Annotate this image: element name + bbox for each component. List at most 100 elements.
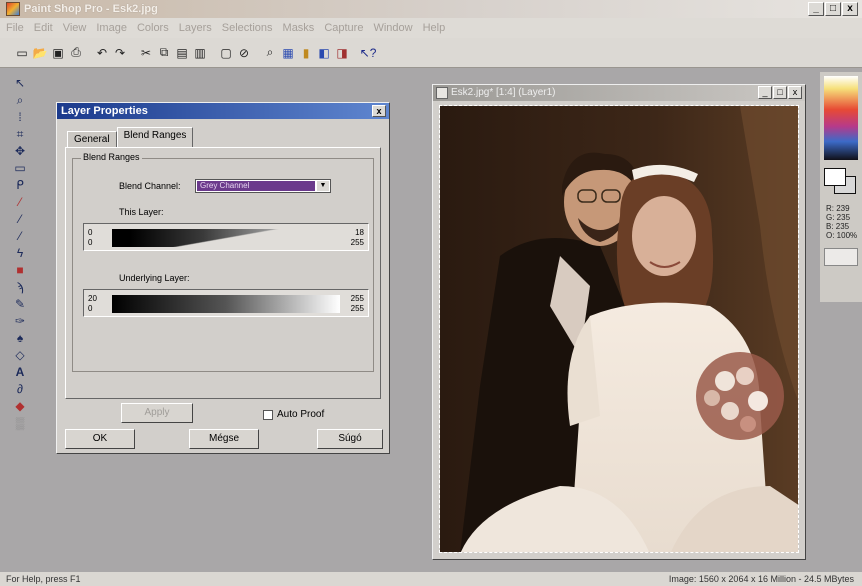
image-close-button[interactable]: x	[788, 86, 802, 99]
image-maximize-button[interactable]: □	[773, 86, 787, 99]
menu-colors[interactable]: Colors	[137, 22, 169, 34]
dropper-tool-icon[interactable]: ⁄	[12, 195, 28, 210]
color-bars-icon[interactable]: ▮	[298, 45, 314, 61]
status-help-text: For Help, press F1	[6, 574, 81, 584]
new-icon[interactable]: ▭	[14, 45, 30, 61]
paintbrush-tool-icon[interactable]: ⁄	[12, 212, 28, 227]
tab-panel: Blend Ranges Blend Channel: Grey Channel…	[65, 147, 381, 399]
auto-proof-checkbox[interactable]: Auto Proof	[263, 409, 324, 420]
flood-fill-tool-icon[interactable]: ♠	[12, 331, 28, 346]
menu-edit[interactable]: Edit	[34, 22, 53, 34]
histogram-icon[interactable]: ◨	[334, 45, 350, 61]
airbrush-tool-icon[interactable]: ✑	[12, 314, 28, 329]
dialog-tabs: General Blend Ranges	[67, 127, 194, 147]
apply-button[interactable]: Apply	[121, 403, 193, 423]
image-minimize-button[interactable]: _	[758, 86, 772, 99]
dialog-title: Layer Properties	[61, 105, 148, 117]
ok-button[interactable]: OK	[65, 429, 135, 449]
tab-blend-ranges[interactable]: Blend Ranges	[116, 127, 194, 147]
foreground-swatch[interactable]	[824, 168, 846, 186]
menu-help[interactable]: Help	[423, 22, 446, 34]
underlying-layer-right-top: 255	[350, 294, 364, 303]
save-icon[interactable]: ▣	[50, 45, 66, 61]
eraser-tool-icon[interactable]: ϡ	[12, 280, 28, 295]
menu-capture[interactable]: Capture	[324, 22, 363, 34]
chevron-down-icon[interactable]: ▼	[317, 181, 329, 191]
cut-icon[interactable]: ✂	[138, 45, 154, 61]
draw-tool-icon[interactable]: A	[12, 365, 28, 380]
zoom-tool-icon[interactable]: ⌕	[12, 93, 28, 108]
blend-channel-label: Blend Channel:	[119, 181, 181, 191]
current-color-box	[824, 248, 858, 266]
freehand-tool-icon[interactable]: ᑭ	[12, 178, 28, 193]
cancel-button[interactable]: Mégse	[189, 429, 259, 449]
undo-icon[interactable]: ↶	[94, 45, 110, 61]
status-bar: For Help, press F1 Image: 1560 x 2064 x …	[0, 572, 862, 586]
green-value: G: 235	[826, 213, 851, 222]
palette-icon[interactable]: ▦	[280, 45, 296, 61]
group-label: Blend Ranges	[81, 152, 142, 162]
underlying-layer-right-bottom: 255	[350, 304, 364, 313]
underlying-layer-ramp[interactable]: 20 0 255 255	[83, 289, 369, 317]
redo-icon[interactable]: ↷	[112, 45, 128, 61]
this-layer-ramp[interactable]: 0 0 18 255	[83, 223, 369, 251]
underlying-layer-gradient	[112, 295, 340, 313]
this-layer-left-bottom: 0	[88, 238, 93, 247]
zoom-icon[interactable]: ⌕	[262, 45, 278, 61]
menu-selections[interactable]: Selections	[222, 22, 273, 34]
blue-value: B: 235	[826, 222, 850, 231]
rgb-readout: R: 239 G: 235 B: 235 O: 100%	[826, 204, 857, 240]
app-window-buttons: _ □ x	[808, 2, 858, 16]
preset-shapes-tool-icon[interactable]: ∂	[12, 382, 28, 397]
app-logo-icon	[6, 2, 20, 16]
checkbox-box[interactable]	[263, 409, 273, 420]
mover-tool-icon[interactable]: ✥	[12, 144, 28, 159]
image-canvas[interactable]	[439, 105, 799, 553]
color-replacer-tool-icon[interactable]: ϟ	[12, 246, 28, 261]
clone-tool-icon[interactable]: ⁄	[12, 229, 28, 244]
color-palette: R: 239 G: 235 B: 235 O: 100%	[820, 72, 862, 302]
menu-file[interactable]: File	[6, 22, 24, 34]
layers-icon[interactable]: ◧	[316, 45, 332, 61]
mask-tool-icon[interactable]: ▒	[12, 416, 28, 431]
help-pointer-icon[interactable]: ↖?	[360, 45, 377, 61]
arrow-tool-icon[interactable]: ↖	[12, 76, 28, 91]
red-value: R: 239	[826, 204, 850, 213]
object-tool-icon[interactable]: ◆	[12, 399, 28, 414]
close-button[interactable]: x	[842, 2, 858, 16]
print-icon[interactable]: ⎙	[68, 45, 84, 61]
tab-general[interactable]: General	[67, 131, 117, 147]
image-window-buttons: _ □ x	[758, 86, 802, 99]
color-spectrum[interactable]	[824, 76, 858, 160]
dialog-close-button[interactable]: x	[372, 105, 386, 117]
menu-window[interactable]: Window	[373, 22, 412, 34]
underlying-layer-left-bottom: 0	[88, 304, 93, 313]
selection-tool-icon[interactable]: ▭	[12, 161, 28, 176]
picture-tube-tool-icon[interactable]: ✎	[12, 297, 28, 312]
menu-layers[interactable]: Layers	[179, 22, 212, 34]
minimize-button[interactable]: _	[808, 2, 824, 16]
crop-tool-icon[interactable]: ⌗	[12, 127, 28, 142]
blend-channel-select[interactable]: Grey Channel ▼	[195, 179, 331, 193]
text-tool-icon[interactable]: ◇	[12, 348, 28, 363]
app-title: Paint Shop Pro - Esk2.jpg	[24, 3, 158, 15]
maximize-button[interactable]: □	[825, 2, 841, 16]
app-title-bar: Paint Shop Pro - Esk2.jpg _ □ x	[0, 0, 862, 18]
image-doc-icon	[436, 87, 448, 99]
menu-masks[interactable]: Masks	[283, 22, 315, 34]
blend-ranges-group: Blend Ranges Blend Channel: Grey Channel…	[72, 152, 374, 372]
monitor-icon[interactable]: ▢	[218, 45, 234, 61]
deform-tool-icon[interactable]: ⁞	[12, 110, 28, 125]
help-button[interactable]: Súgó	[317, 429, 383, 449]
toolbar: ▭ 📂 ▣ ⎙ ↶ ↷ ✂ ⧉ ▤ ▥ ▢ ⊘ ⌕ ▦ ▮ ◧ ◨ ↖?	[0, 38, 862, 68]
tool-palette: ↖ ⌕ ⁞ ⌗ ✥ ▭ ᑭ ⁄ ⁄ ⁄ ϟ ■ ϡ ✎ ✑ ♠ ◇ A ∂ ◆ …	[10, 76, 30, 496]
open-icon[interactable]: 📂	[32, 45, 48, 61]
stop-icon[interactable]: ⊘	[236, 45, 252, 61]
paste-icon[interactable]: ▤	[174, 45, 190, 61]
paste-new-icon[interactable]: ▥	[192, 45, 208, 61]
copy-icon[interactable]: ⧉	[156, 45, 172, 61]
retouch-tool-icon[interactable]: ■	[12, 263, 28, 278]
toolbar-separator	[86, 45, 92, 61]
menu-view[interactable]: View	[63, 22, 87, 34]
menu-image[interactable]: Image	[96, 22, 127, 34]
